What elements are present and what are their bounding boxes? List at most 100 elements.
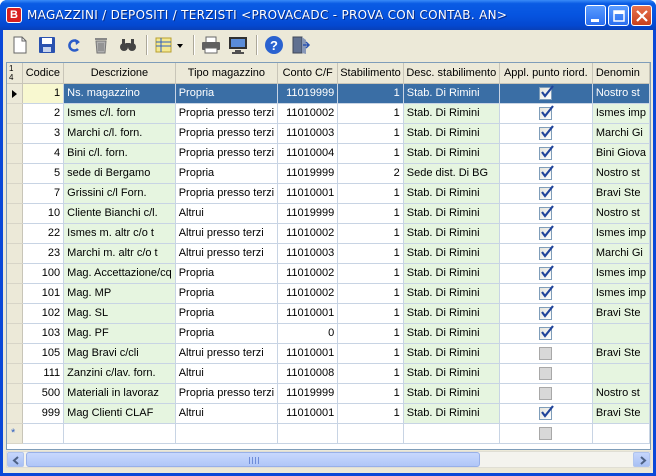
- unchecked-checkbox[interactable]: [539, 386, 553, 400]
- cell-codice[interactable]: 103: [22, 323, 65, 344]
- cell-desc-stabilimento[interactable]: Stab. Di Rimini: [403, 403, 500, 424]
- cell-tipo-magazzino[interactable]: Propria presso terzi: [175, 143, 279, 164]
- cell-appl-punto-riord[interactable]: [499, 223, 593, 244]
- cell-conto-cf[interactable]: 11010008: [277, 363, 339, 384]
- cell-conto-cf[interactable]: 11010004: [277, 143, 339, 164]
- cell-descrizione[interactable]: Bini c/l. forn.: [63, 143, 176, 164]
- empty-cell[interactable]: [499, 423, 593, 444]
- cell-codice[interactable]: 999: [22, 403, 65, 424]
- print-icon[interactable]: [200, 34, 222, 56]
- column-header-denominazione[interactable]: Denomin: [592, 63, 650, 84]
- cell-conto-cf[interactable]: 0: [277, 323, 339, 344]
- cell-stabilimento[interactable]: 1: [337, 103, 404, 124]
- column-header-descrizione[interactable]: Descrizione: [63, 63, 176, 84]
- row-header[interactable]: [7, 303, 23, 324]
- cell-denominazione[interactable]: Ismes imp: [592, 103, 650, 124]
- scroll-right-button[interactable]: [633, 452, 650, 467]
- cell-codice[interactable]: 5: [22, 163, 65, 184]
- undo-icon[interactable]: [63, 34, 85, 56]
- cell-denominazione[interactable]: Ismes imp: [592, 283, 650, 304]
- column-header-stabilimento[interactable]: Stabilimento: [337, 63, 404, 84]
- cell-tipo-magazzino[interactable]: Propria: [175, 263, 279, 284]
- cell-conto-cf[interactable]: 11019999: [277, 83, 339, 104]
- cell-conto-cf[interactable]: 11010003: [277, 243, 339, 264]
- cell-conto-cf[interactable]: 11019999: [277, 383, 339, 404]
- warehouse-grid[interactable]: 14 Codice Descrizione Tipo magazzino Con…: [6, 62, 651, 450]
- cell-codice[interactable]: 1: [22, 83, 65, 104]
- checked-checkbox[interactable]: [539, 224, 555, 240]
- table-row[interactable]: 2 Ismes c/l. forn Propria presso terzi 1101…: [7, 103, 650, 124]
- exit-icon[interactable]: [289, 34, 311, 56]
- table-row[interactable]: 3 Marchi c/l. forn. Propria presso terzi 11…: [7, 123, 650, 144]
- cell-stabilimento[interactable]: 1: [337, 123, 404, 144]
- row-header[interactable]: [7, 243, 23, 264]
- cell-descrizione[interactable]: Marchi m. altr c/o t: [63, 243, 176, 264]
- checked-checkbox[interactable]: [539, 204, 555, 220]
- app-icon[interactable]: B: [6, 7, 22, 23]
- unchecked-checkbox[interactable]: [539, 426, 553, 440]
- row-header[interactable]: [7, 183, 23, 204]
- cell-tipo-magazzino[interactable]: Altrui: [175, 203, 279, 224]
- cell-tipo-magazzino[interactable]: Propria presso terzi: [175, 103, 279, 124]
- new-record-row[interactable]: *: [7, 423, 650, 444]
- cell-appl-punto-riord[interactable]: [499, 243, 593, 264]
- checked-checkbox[interactable]: [539, 284, 555, 300]
- cell-tipo-magazzino[interactable]: Propria presso terzi: [175, 383, 279, 404]
- empty-cell[interactable]: [403, 423, 500, 444]
- cell-codice[interactable]: 101: [22, 283, 65, 304]
- cell-conto-cf[interactable]: 11010001: [277, 183, 339, 204]
- scrollbar-thumb[interactable]: [26, 452, 480, 467]
- cell-stabilimento[interactable]: 1: [337, 383, 404, 404]
- cell-codice[interactable]: 3: [22, 123, 65, 144]
- cell-descrizione[interactable]: Cliente Bianchi c/l.: [63, 203, 176, 224]
- table-row[interactable]: 500 Materiali in lavoraz Propria presso te…: [7, 383, 650, 404]
- cell-denominazione[interactable]: Nostro st: [592, 83, 650, 104]
- cell-descrizione[interactable]: Mag. Accettazione/cq: [63, 263, 176, 284]
- cell-descrizione[interactable]: Mag. SL: [63, 303, 176, 324]
- row-header[interactable]: [7, 323, 23, 344]
- cell-desc-stabilimento[interactable]: Stab. Di Rimini: [403, 123, 500, 144]
- cell-denominazione[interactable]: Ismes imp: [592, 223, 650, 244]
- row-header[interactable]: [7, 223, 23, 244]
- cell-appl-punto-riord[interactable]: [499, 303, 593, 324]
- unchecked-checkbox[interactable]: [539, 346, 553, 360]
- cell-appl-punto-riord[interactable]: [499, 83, 593, 104]
- cell-stabilimento[interactable]: 1: [337, 203, 404, 224]
- cell-descrizione[interactable]: Mag. PF: [63, 323, 176, 344]
- column-header-tipo-magazzino[interactable]: Tipo magazzino: [175, 63, 279, 84]
- cell-desc-stabilimento[interactable]: Stab. Di Rimini: [403, 323, 500, 344]
- cell-appl-punto-riord[interactable]: [499, 123, 593, 144]
- table-row[interactable]: 101 Mag. MP Propria 11010002 1 Stab. Di Rimin…: [7, 283, 650, 304]
- cell-appl-punto-riord[interactable]: [499, 183, 593, 204]
- cell-stabilimento[interactable]: 1: [337, 263, 404, 284]
- row-header[interactable]: [7, 383, 23, 404]
- cell-desc-stabilimento[interactable]: Stab. Di Rimini: [403, 183, 500, 204]
- cell-descrizione[interactable]: Marchi c/l. forn.: [63, 123, 176, 144]
- cell-conto-cf[interactable]: 11010002: [277, 283, 339, 304]
- cell-tipo-magazzino[interactable]: Propria presso terzi: [175, 183, 279, 204]
- cell-stabilimento[interactable]: 1: [337, 183, 404, 204]
- cell-stabilimento[interactable]: 1: [337, 223, 404, 244]
- cell-stabilimento[interactable]: 1: [337, 83, 404, 104]
- column-header-desc-stabilimento[interactable]: Desc. stabilimento: [403, 63, 500, 84]
- cell-appl-punto-riord[interactable]: [499, 263, 593, 284]
- cell-desc-stabilimento[interactable]: Stab. Di Rimini: [403, 383, 500, 404]
- cell-codice[interactable]: 2: [22, 103, 65, 124]
- cell-appl-punto-riord[interactable]: [499, 403, 593, 424]
- cell-stabilimento[interactable]: 2: [337, 163, 404, 184]
- table-row[interactable]: 5 sede di Bergamo Propria 11019999 2 Sede dis…: [7, 163, 650, 184]
- column-header-conto-cf[interactable]: Conto C/F: [277, 63, 339, 84]
- row-header[interactable]: [7, 123, 23, 144]
- cell-desc-stabilimento[interactable]: Stab. Di Rimini: [403, 203, 500, 224]
- cell-stabilimento[interactable]: 1: [337, 143, 404, 164]
- row-header[interactable]: [7, 283, 23, 304]
- cell-desc-stabilimento[interactable]: Stab. Di Rimini: [403, 303, 500, 324]
- cell-tipo-magazzino[interactable]: Propria: [175, 283, 279, 304]
- column-header-appl-punto-riord[interactable]: Appl. punto riord.: [499, 63, 593, 84]
- cell-conto-cf[interactable]: 11010002: [277, 103, 339, 124]
- row-header[interactable]: [7, 403, 23, 424]
- table-row[interactable]: 10 Cliente Bianchi c/l. Altrui 11019999 1 Sta…: [7, 203, 650, 224]
- cell-descrizione[interactable]: Mag Bravi c/cli: [63, 343, 176, 364]
- cell-tipo-magazzino[interactable]: Altrui: [175, 403, 279, 424]
- cell-descrizione[interactable]: sede di Bergamo: [63, 163, 176, 184]
